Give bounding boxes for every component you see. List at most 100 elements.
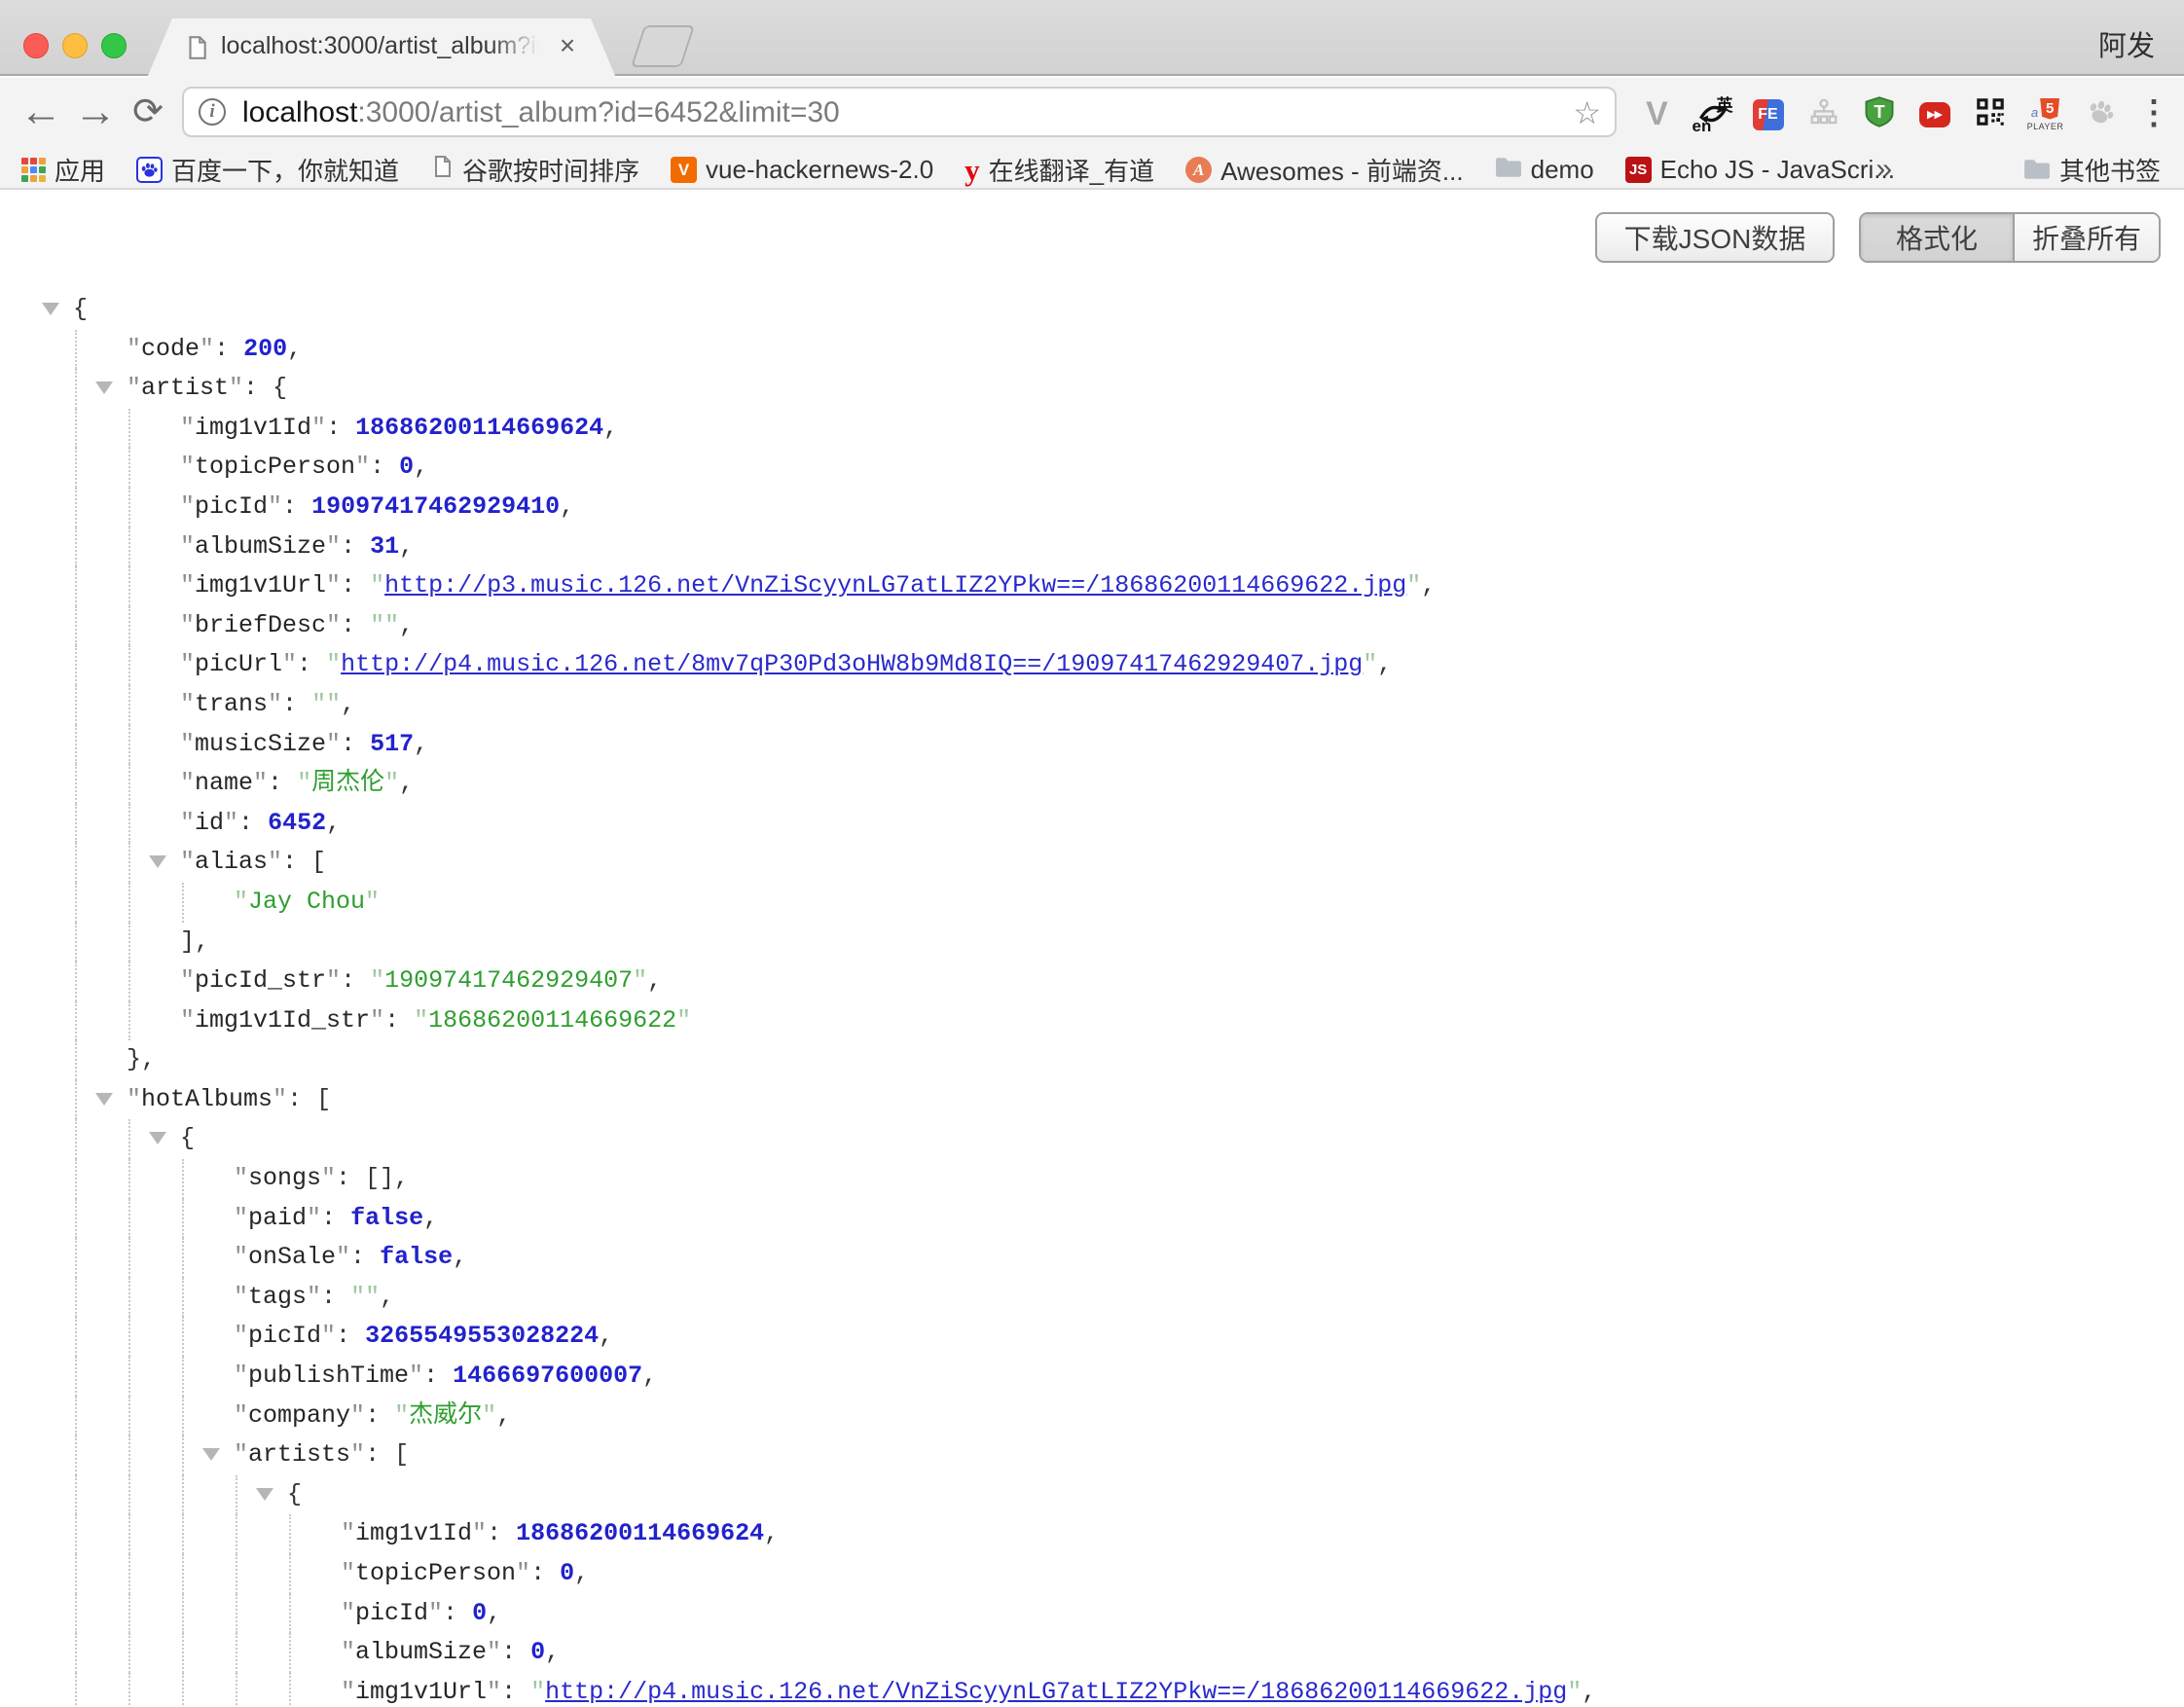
other-bookmarks-label: 其他书签 — [2059, 152, 2161, 188]
indent-guide — [128, 1199, 130, 1239]
extension-sitemap[interactable] — [1796, 78, 1851, 151]
json-line-text: "publishTime": 1466697600007, — [234, 1362, 657, 1390]
json-line-text: ], — [180, 927, 209, 956]
close-window-button[interactable] — [23, 33, 49, 58]
sitemap-icon — [1810, 98, 1838, 130]
bookmark-item[interactable]: 百度一下，你就知道 — [136, 152, 399, 188]
indent-guide — [182, 1673, 184, 1707]
indent-guide — [128, 645, 130, 685]
json-line: "img1v1Id": 18686200114669624, — [0, 1514, 2184, 1554]
bookmark-item[interactable]: 谷歌按时间排序 — [430, 152, 639, 188]
indent-guide — [128, 843, 130, 883]
json-line-text: "albumSize": 0, — [341, 1638, 560, 1666]
apps-grid-icon — [21, 158, 46, 182]
json-line: "trans": "", — [0, 685, 2184, 725]
indent-guide — [128, 606, 130, 646]
baidu-paw-icon — [136, 157, 163, 183]
json-viewer-controls: 下载JSON数据 格式化 折叠所有 — [1595, 212, 2161, 263]
indent-guide — [182, 1278, 184, 1318]
tab-close-icon[interactable]: × — [552, 30, 583, 61]
bookmark-item[interactable]: Vvue-hackernews-2.0 — [671, 155, 933, 185]
indent-guide — [75, 448, 77, 488]
indent-guide — [182, 1633, 184, 1673]
forward-button[interactable]: → — [70, 78, 121, 151]
indent-guide — [75, 645, 77, 685]
extension-fe-helper[interactable]: FE — [1740, 78, 1796, 151]
bookmark-item[interactable]: AAwesomes - 前端资... — [1185, 152, 1463, 188]
new-tab-button[interactable] — [631, 25, 695, 67]
download-json-button[interactable]: 下载JSON数据 — [1595, 212, 1835, 263]
extension-html5-player[interactable]: a5PLAYER — [2018, 78, 2073, 151]
json-line-text: "picId_str": "19097417462929407", — [180, 966, 662, 995]
json-line: "img1v1Url": "http://p4.music.126.net/Vn… — [0, 1673, 2184, 1707]
json-line-text: "id": 6452, — [180, 809, 341, 837]
json-url-link[interactable]: http://p3.music.126.net/VnZiScyynLG7atLI… — [384, 571, 1406, 599]
indent-guide — [75, 1673, 77, 1707]
indent-guide — [236, 1554, 237, 1594]
chrome-profile-name[interactable]: 阿发 — [2098, 23, 2155, 64]
indent-guide — [75, 1554, 77, 1594]
chrome-menu-icon[interactable]: ⋮ — [2131, 78, 2176, 151]
collapse-toggle-icon[interactable] — [42, 303, 59, 315]
indent-guide — [182, 1514, 184, 1554]
json-line: "picId_str": "19097417462929407", — [0, 962, 2184, 1001]
bookmark-item[interactable]: JSEcho JS - JavaScri... — [1625, 155, 1895, 185]
json-url-link[interactable]: http://p4.music.126.net/8mv7qP30Pd3oHW8b… — [341, 650, 1363, 678]
json-line: "onSale": false, — [0, 1238, 2184, 1278]
bookmarks-bar: 应用百度一下，你就知道谷歌按时间排序 Vvue-hackernews-2.0 y在线… — [0, 151, 2184, 190]
reload-button[interactable]: ⟳ — [123, 78, 173, 151]
bookmark-item[interactable]: 应用 — [21, 152, 105, 188]
url-text[interactable]: localhost:3000/artist_album?id=6452&limi… — [242, 96, 840, 129]
indent-guide — [236, 1475, 237, 1515]
collapse-toggle-icon[interactable] — [202, 1448, 220, 1461]
back-button[interactable]: ← — [16, 78, 66, 151]
bookmark-item[interactable]: y在线翻译_有道 — [965, 152, 1154, 188]
bookmarks-overflow-icon[interactable]: » — [1875, 151, 1892, 188]
extension-tampermonkey[interactable]: T — [1851, 78, 1907, 151]
indent-guide — [182, 1594, 184, 1634]
indent-guide — [128, 1119, 130, 1159]
indent-guide — [75, 1435, 77, 1475]
collapse-toggle-icon[interactable] — [149, 1132, 166, 1144]
extension-qr-code[interactable] — [1962, 78, 2018, 151]
bookmark-star-icon[interactable]: ☆ — [1573, 94, 1601, 131]
json-line: { — [0, 1475, 2184, 1515]
indent-guide — [128, 566, 130, 606]
json-url-link[interactable]: http://p4.music.126.net/VnZiScyynLG7atLI… — [545, 1678, 1567, 1706]
bookmark-item[interactable]: demo — [1495, 155, 1594, 185]
json-line: "img1v1Url": "http://p3.music.126.net/Vn… — [0, 566, 2184, 606]
collapse-toggle-icon[interactable] — [95, 1093, 113, 1106]
indent-guide — [128, 725, 130, 765]
extension-fast-forward[interactable]: ▶▶ — [1907, 78, 1962, 151]
collapse-toggle-icon[interactable] — [256, 1488, 273, 1501]
extension-paw[interactable] — [2073, 78, 2129, 151]
collapse-all-button[interactable]: 折叠所有 — [2013, 214, 2159, 261]
indent-guide — [128, 1397, 130, 1436]
json-line: "img1v1Id": 18686200114669624, — [0, 409, 2184, 449]
site-info-icon[interactable]: i — [199, 98, 226, 126]
collapse-toggle-icon[interactable] — [149, 855, 166, 868]
zoom-window-button[interactable] — [101, 33, 127, 58]
indent-guide — [75, 1594, 77, 1634]
indent-guide — [128, 1435, 130, 1475]
minimize-window-button[interactable] — [62, 33, 88, 58]
json-line: "publishTime": 1466697600007, — [0, 1357, 2184, 1397]
paw-icon — [2087, 97, 2116, 131]
indent-guide — [75, 725, 77, 765]
browser-tab[interactable]: localhost:3000/artist_album?id × — [147, 18, 616, 78]
collapse-toggle-icon[interactable] — [95, 381, 113, 394]
indent-guide — [182, 1554, 184, 1594]
indent-guide — [128, 883, 130, 923]
indent-guide — [128, 1554, 130, 1594]
other-bookmarks-folder[interactable]: 其他书签 — [2023, 151, 2161, 188]
address-bar[interactable]: i localhost:3000/artist_album?id=6452&li… — [182, 87, 1617, 137]
translate-icon: 英en — [1694, 95, 1731, 134]
json-line: "albumSize": 31, — [0, 527, 2184, 567]
indent-guide — [75, 685, 77, 725]
svg-text:T: T — [1874, 101, 1885, 122]
extension-translator[interactable]: 英en — [1685, 78, 1740, 151]
json-line-text: "img1v1Id": 18686200114669624, — [341, 1519, 779, 1547]
json-line-text: "artist": { — [127, 374, 287, 402]
format-button[interactable]: 格式化 — [1861, 214, 2013, 261]
extension-vimium[interactable]: V — [1629, 78, 1685, 151]
